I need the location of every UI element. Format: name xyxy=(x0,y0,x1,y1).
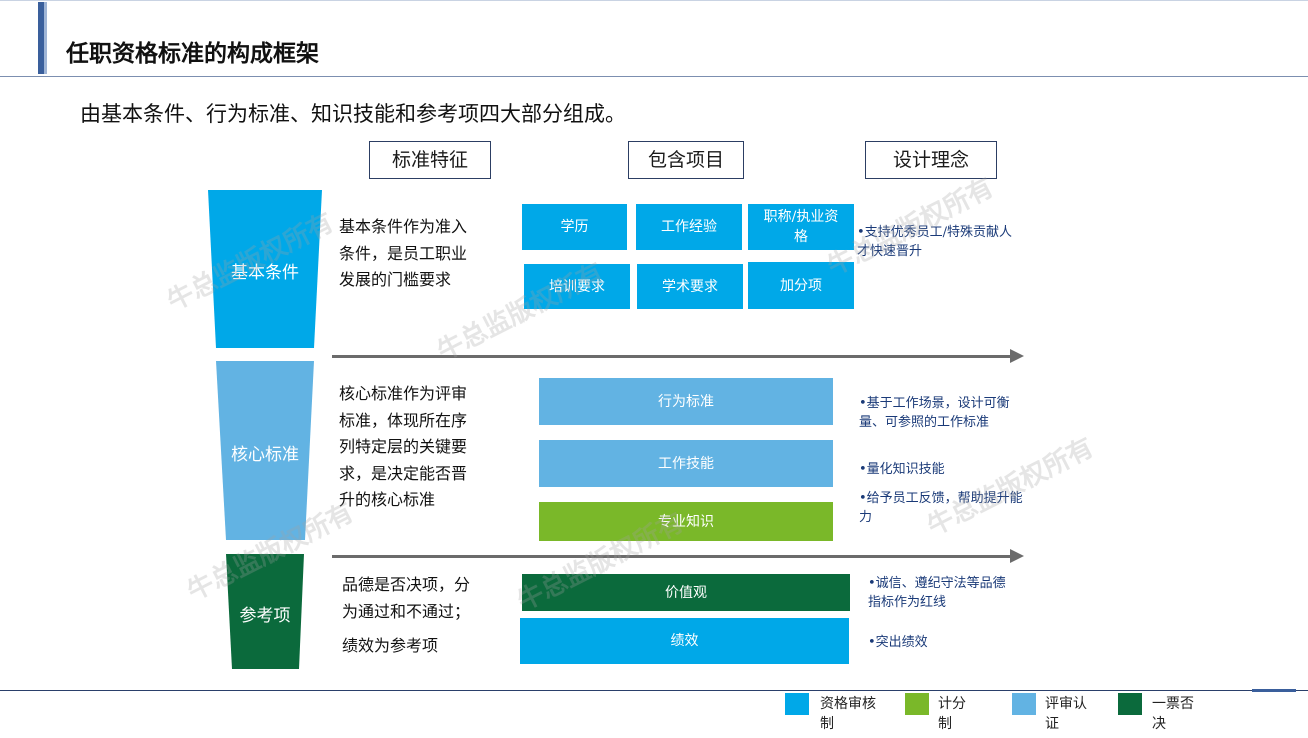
description-line: 标准，体现所在序 xyxy=(339,410,468,430)
description-line: 品德是否决项，分 xyxy=(342,575,471,594)
item-box-education: 学历 xyxy=(522,204,627,250)
description-line: 绩效为参考项 xyxy=(342,636,439,655)
item-box-behavior-standard: 行为标准 xyxy=(539,378,833,425)
legend-swatch-qualification-review xyxy=(785,693,809,715)
tier-description-reference: 品德是否决项，分 为通过和不通过； 绩效为参考项 xyxy=(342,572,512,660)
column-header-features: 标准特征 xyxy=(369,141,491,179)
item-box-work-experience: 工作经验 xyxy=(636,204,742,250)
description-line: 升的核心标准 xyxy=(339,490,436,509)
legend-label-scoring: 计分制 xyxy=(938,696,966,732)
page-title: 任职资格标准的构成框架 xyxy=(66,41,319,67)
tier-description-basic: 基本条件作为准入 条件，是员工职业 发展的门槛要求 xyxy=(339,214,509,294)
tier-label-reference: 参考项 xyxy=(239,605,291,626)
description-line: 条件，是员工职业 xyxy=(339,243,468,263)
description-line: 发展的门槛要求 xyxy=(339,270,452,289)
item-box-performance: 绩效 xyxy=(520,618,849,664)
legend-swatch-veto xyxy=(1118,693,1142,715)
description-line: 基本条件作为准入 xyxy=(339,217,468,236)
description-line: 核心标准作为评审 xyxy=(339,384,468,403)
legend-label-qualification-review: 资格审核制 xyxy=(820,696,876,732)
legend-swatch-scoring xyxy=(905,693,929,715)
item-box-academic: 学术要求 xyxy=(637,264,743,309)
arrow-divider-2 xyxy=(332,555,1010,558)
header-top-line xyxy=(0,0,1308,1)
column-header-items: 包含项目 xyxy=(628,141,744,179)
legend-label-review-certification: 评审认证 xyxy=(1045,696,1087,732)
item-box-work-skill: 工作技能 xyxy=(539,440,833,487)
description-line: 求，是决定能否晋 xyxy=(339,463,468,483)
tier-label-core: 核心标准 xyxy=(231,444,299,465)
footer-divider xyxy=(0,690,1308,691)
design-note-reference-1: •诚信、遵纪守法等品德指标作为红线 xyxy=(868,576,1006,610)
legend-swatch-review-certification xyxy=(1012,693,1036,715)
page-subtitle: 由基本条件、行为标准、知识技能和参考项四大部分组成。 xyxy=(80,102,626,126)
arrow-head-1 xyxy=(1010,349,1024,363)
tier-description-core: 核心标准作为评审 标准，体现所在序 列特定层的关键要 求，是决定能否晋 升的核心… xyxy=(339,381,509,514)
header-divider xyxy=(0,76,1308,77)
arrow-head-2 xyxy=(1010,549,1024,563)
arrow-divider-1 xyxy=(332,355,1010,358)
footer-accent-mark xyxy=(1252,689,1296,692)
design-note-core-1: •基于工作场景，设计可衡量、可参照的工作标准 xyxy=(859,396,1010,430)
description-line: 列特定层的关键要 xyxy=(339,437,468,456)
header-accent-bar-light xyxy=(44,2,47,74)
description-line: 为通过和不通过； xyxy=(342,601,471,621)
design-note-reference-2: •突出绩效 xyxy=(868,635,928,650)
legend-label-veto: 一票否决 xyxy=(1152,696,1194,732)
